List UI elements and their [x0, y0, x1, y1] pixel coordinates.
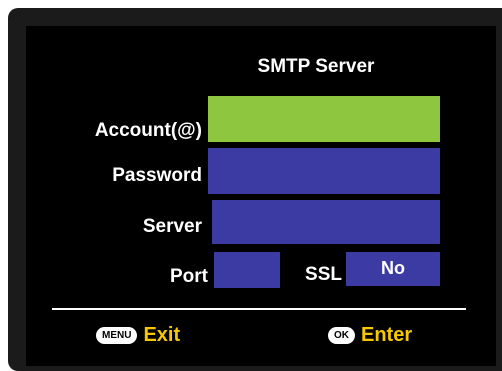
smtp-server-screen: SMTP Server Account(@) Password Server P… — [26, 26, 496, 366]
server-field[interactable] — [212, 200, 440, 244]
ok-key-icon: OK — [328, 327, 355, 344]
exit-label: Exit — [143, 324, 181, 346]
account-field[interactable] — [208, 96, 440, 142]
enter-label: Enter — [361, 324, 413, 346]
ssl-value: No — [381, 258, 405, 278]
footer-divider — [52, 308, 466, 310]
account-label: Account(@) — [94, 120, 202, 141]
screen-title: SMTP Server — [257, 56, 375, 77]
menu-key-icon: MENU — [96, 327, 138, 344]
port-field[interactable] — [214, 252, 280, 288]
server-label: Server — [142, 216, 202, 237]
password-label: Password — [112, 165, 202, 186]
password-field[interactable] — [208, 148, 440, 194]
port-label: Port — [170, 266, 208, 287]
exit-button[interactable]: MENU Exit — [96, 324, 180, 347]
ssl-label: SSL — [305, 264, 342, 285]
ssl-toggle[interactable]: No — [346, 252, 440, 286]
enter-button[interactable]: OK Enter — [328, 324, 412, 347]
